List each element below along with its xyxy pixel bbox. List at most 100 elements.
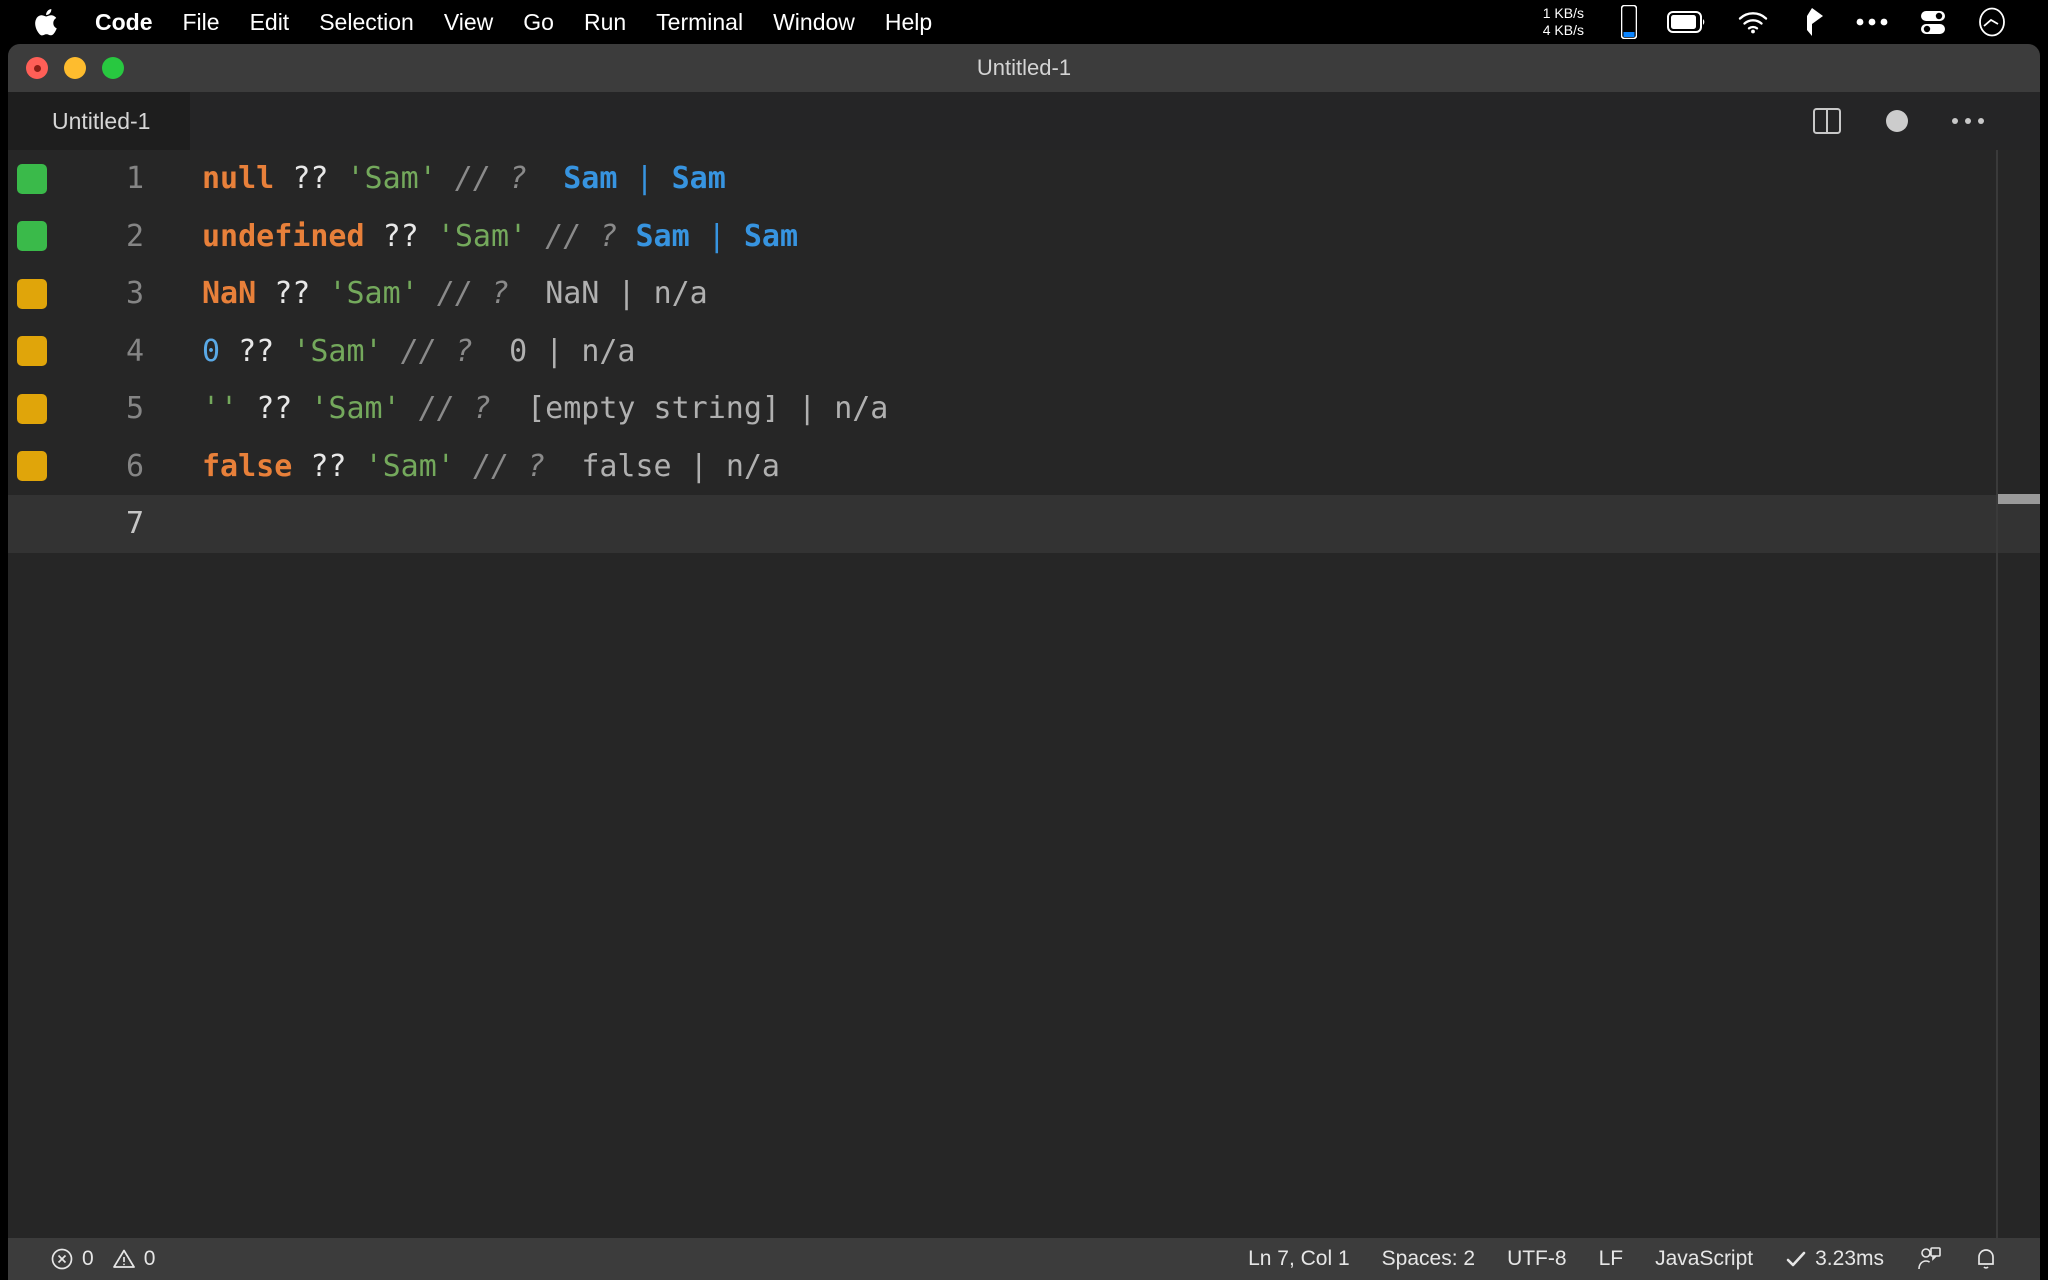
token-pipe-gray: | [617,276,635,311]
token-string: 'Sam' [328,276,418,311]
token-plain [292,449,310,484]
token-comment: // ? [401,334,473,369]
gutter-marker-cell [8,323,56,381]
token-plain [491,391,527,426]
code-line[interactable]: 5'' ?? 'Sam' // ? [empty string] | n/a [8,380,2040,438]
line-number: 3 [56,276,156,311]
problems-indicator[interactable]: 0 0 [34,1247,171,1271]
code-line[interactable]: 3NaN ?? 'Sam' // ? NaN | n/a [8,265,2040,323]
token-op: ?? [383,219,419,254]
tab-label: Untitled-1 [52,108,150,135]
line-number: 1 [56,161,156,196]
apple-logo-icon[interactable] [30,5,60,39]
wifi-icon[interactable] [1737,10,1769,34]
cursor-position[interactable]: Ln 7, Col 1 [1232,1247,1366,1271]
menu-item-window[interactable]: Window [758,0,870,44]
quokka-time[interactable]: 3.23ms [1769,1247,1900,1271]
maximize-window-button[interactable] [102,57,124,79]
token-op: ?? [256,391,292,426]
gutter-marker-cell [8,380,56,438]
feedback-icon[interactable] [1900,1246,1958,1272]
token-plain [274,161,292,196]
token-op: ?? [238,334,274,369]
menu-item-code[interactable]: Code [80,0,168,44]
indentation[interactable]: Spaces: 2 [1366,1247,1491,1271]
close-icon [34,65,41,72]
window-title: Untitled-1 [8,55,2040,81]
code-line-text: '' ?? 'Sam' // ? [empty string] | n/a [156,391,888,426]
menu-item-help[interactable]: Help [870,0,947,44]
token-out-gray: false [581,449,671,484]
siri-icon[interactable] [1977,7,2007,37]
line-endings[interactable]: LF [1583,1247,1640,1271]
editor-scrollbar-decoration[interactable] [1998,494,2040,504]
menu-item-file[interactable]: File [168,0,235,44]
gutter-marker-green-icon [17,221,47,251]
vscode-window: Untitled-1 Untitled-1 1 null ?? 'Sam' // … [8,44,2040,1280]
token-out-gray: n/a [581,334,635,369]
token-out-gray: [empty string] [527,391,780,426]
ellipsis-icon[interactable] [1855,17,1889,27]
token-plain [310,276,328,311]
close-window-button[interactable] [26,57,48,79]
window-controls [18,57,132,79]
dropbox-icon[interactable] [1799,7,1825,37]
unsaved-dot-icon[interactable] [1886,110,1908,132]
code-line[interactable]: 40 ?? 'Sam' // ? 0 | n/a [8,323,2040,381]
menu-item-go[interactable]: Go [508,0,569,44]
menu-item-edit[interactable]: Edit [235,0,305,44]
editor-actions [1790,106,2040,136]
code-line[interactable]: 6false ?? 'Sam' // ? false | n/a [8,438,2040,496]
token-string: '' [202,391,238,426]
error-circle-icon [50,1247,74,1271]
token-const: false [202,449,292,484]
warning-triangle-icon [112,1247,136,1271]
status-bar-left: 0 0 [8,1247,171,1271]
token-string: 'Sam' [365,449,455,484]
token-plain [527,219,545,254]
language-mode[interactable]: JavaScript [1639,1247,1769,1271]
encoding[interactable]: UTF-8 [1491,1247,1583,1271]
token-plain [473,334,509,369]
token-out-blue: Sam [672,161,726,196]
token-string: 'Sam' [310,391,400,426]
code-line[interactable]: 2undefined ?? 'Sam' // ? Sam | Sam [8,208,2040,266]
control-center-icon[interactable] [1919,8,1947,36]
token-plain [509,276,545,311]
menu-item-terminal[interactable]: Terminal [641,0,758,44]
token-plain [419,219,437,254]
line-number: 2 [56,219,156,254]
token-op: ?? [310,449,346,484]
menu-item-selection[interactable]: Selection [304,0,429,44]
token-plain [563,334,581,369]
token-plain [654,161,672,196]
warning-count: 0 [144,1247,156,1271]
quokka-time-label: 3.23ms [1815,1247,1884,1271]
token-string: 'Sam' [292,334,382,369]
more-actions-icon[interactable] [1952,118,1984,124]
token-out-gray: n/a [654,276,708,311]
battery-meter-icon[interactable] [1621,5,1637,39]
menu-item-view[interactable]: View [429,0,508,44]
code-line-text: undefined ?? 'Sam' // ? Sam | Sam [156,219,798,254]
battery-icon[interactable] [1667,11,1707,33]
notifications-bell-icon[interactable] [1958,1246,2014,1272]
download-speed: 4 KB/s [1543,22,1584,39]
token-const: null [202,161,274,196]
code-line[interactable]: 7 [8,495,2040,553]
editor-lines: 1null ?? 'Sam' // ? Sam | Sam2undefined … [8,150,2040,553]
code-editor[interactable]: 1null ?? 'Sam' // ? Sam | Sam2undefined … [8,150,2040,1238]
token-plain [545,449,581,484]
code-line[interactable]: 1null ?? 'Sam' // ? Sam | Sam [8,150,2040,208]
upload-speed: 1 KB/s [1543,5,1584,22]
editor-tab-untitled-1[interactable]: Untitled-1 [8,92,190,150]
line-number: 5 [56,391,156,426]
minimize-window-button[interactable] [64,57,86,79]
token-plain [238,391,256,426]
menu-item-run[interactable]: Run [569,0,641,44]
network-speed-indicator[interactable]: 1 KB/s 4 KB/s [1543,5,1584,39]
token-comment: // ? [473,449,545,484]
split-editor-icon[interactable] [1812,106,1842,136]
token-comment: // ? [545,219,617,254]
gutter-marker-green-icon [17,164,47,194]
